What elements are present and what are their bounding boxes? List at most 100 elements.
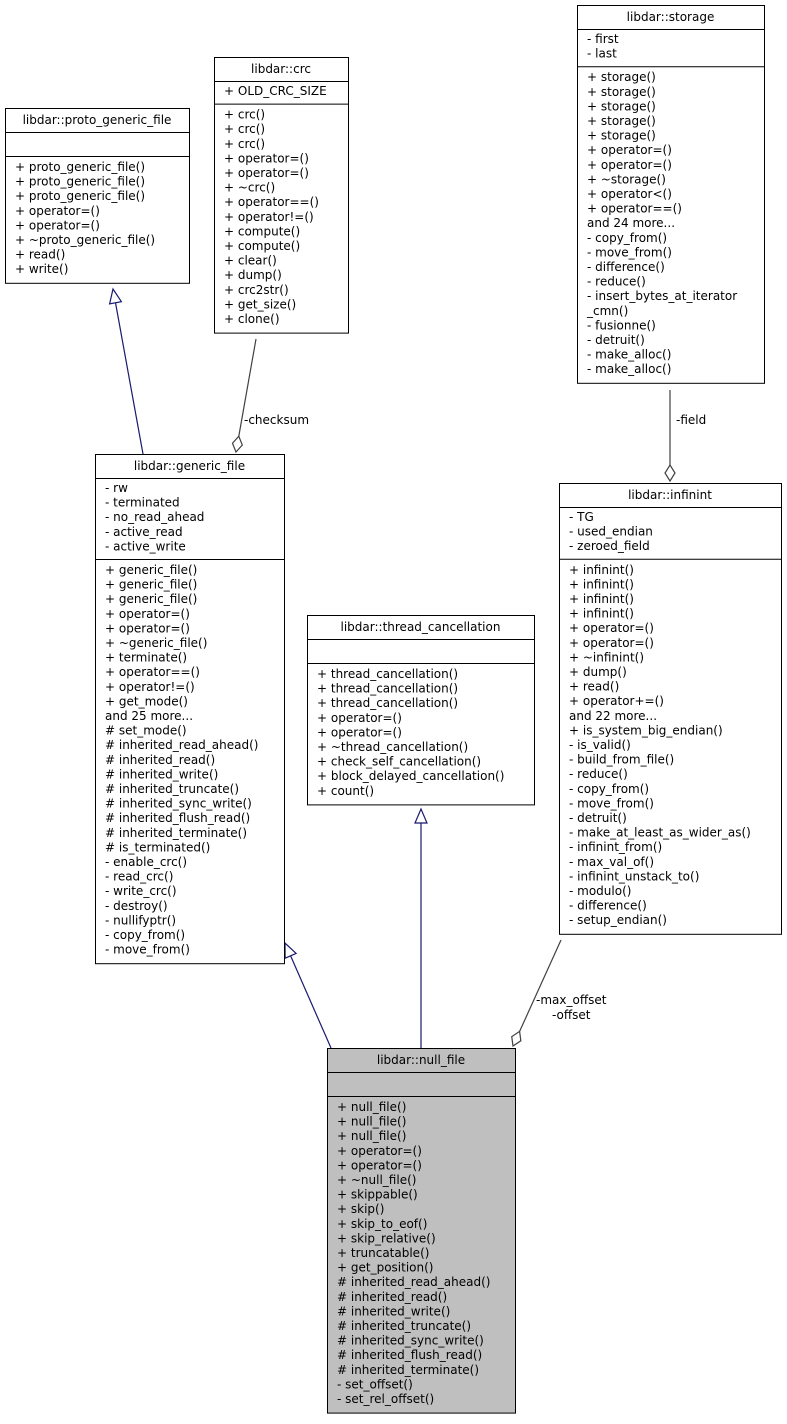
method-item: + crc() xyxy=(224,108,265,122)
method-item: and 25 more... xyxy=(105,709,193,723)
attribute-item: - last xyxy=(587,47,617,61)
method-item: - destroy() xyxy=(105,899,168,913)
method-item: # inherited_read_ahead() xyxy=(105,738,258,752)
method-item: + read() xyxy=(569,680,619,694)
method-item: - enable_crc() xyxy=(105,855,187,869)
method-item: + storage() xyxy=(587,99,656,113)
method-item: + thread_cancellation() xyxy=(317,696,458,710)
edge-label: -offset xyxy=(552,1008,591,1022)
attributes-compartment: + OLD_CRC_SIZE xyxy=(224,84,327,98)
method-item: # inherited_read_ahead() xyxy=(337,1275,490,1289)
method-item: - infinint_from() xyxy=(569,840,662,854)
method-item: # inherited_sync_write() xyxy=(105,797,252,811)
method-item: + operator!=() xyxy=(224,210,314,224)
method-item: + operator==() xyxy=(224,195,319,209)
method-item: + operator=() xyxy=(587,143,672,157)
attribute-item: - used_endian xyxy=(569,525,653,539)
method-item: # set_mode() xyxy=(105,724,187,738)
class-title[interactable]: libdar::proto_generic_file xyxy=(23,113,172,127)
class-box-generic-file[interactable]: libdar::generic_file- rw- terminated- no… xyxy=(95,454,285,965)
method-item: + storage() xyxy=(587,129,656,143)
class-box-thread-cancellation[interactable]: libdar::thread_cancellation+ thread_canc… xyxy=(307,615,535,806)
method-item: + skip() xyxy=(337,1202,384,1216)
method-item: + operator=() xyxy=(317,711,402,725)
method-item: - build_from_file() xyxy=(569,753,674,767)
attribute-item: - no_read_ahead xyxy=(105,510,204,524)
method-item: - write_crc() xyxy=(105,884,177,898)
method-item: + skippable() xyxy=(337,1188,418,1202)
method-item: + operator=() xyxy=(337,1144,422,1158)
method-item: - copy_from() xyxy=(569,782,649,796)
method-item: - is_valid() xyxy=(569,738,631,752)
method-item: + skip_to_eof() xyxy=(337,1217,427,1231)
method-item: + storage() xyxy=(587,114,656,128)
method-item: + operator=() xyxy=(317,725,402,739)
class-title[interactable]: libdar::thread_cancellation xyxy=(341,620,501,634)
method-item: + is_system_big_endian() xyxy=(569,723,723,737)
method-item: # inherited_terminate() xyxy=(105,826,247,840)
method-item: + operator<() xyxy=(587,187,672,201)
aggregation-diamond-icon xyxy=(231,435,244,454)
method-item: + storage() xyxy=(587,70,656,84)
method-item: + crc() xyxy=(224,137,265,151)
method-item: + ~infinint() xyxy=(569,650,644,664)
class-box-infinint[interactable]: libdar::infinint- TG- used_endian- zeroe… xyxy=(559,483,782,935)
method-item: + operator==() xyxy=(587,202,682,216)
inheritance-arrowhead-icon xyxy=(108,287,123,305)
method-item: - difference() xyxy=(587,260,665,274)
edge-label: -field xyxy=(676,413,706,427)
method-item: - move_from() xyxy=(569,796,654,810)
method-item: + block_delayed_cancellation() xyxy=(317,769,504,783)
method-item: - nullifyptr() xyxy=(105,913,176,927)
method-item: - reduce() xyxy=(569,767,628,781)
aggregation-diamond-icon xyxy=(664,463,676,483)
attribute-item: - terminated xyxy=(105,496,180,510)
method-item: - modulo() xyxy=(569,884,631,898)
class-title[interactable]: libdar::null_file xyxy=(377,1053,465,1067)
class-title[interactable]: libdar::storage xyxy=(627,10,715,24)
method-item: + ~crc() xyxy=(224,181,275,195)
method-item: # inherited_truncate() xyxy=(337,1319,471,1333)
method-item: - infinint_unstack_to() xyxy=(569,869,699,883)
method-item: - make_alloc() xyxy=(587,362,671,376)
method-item: + infinint() xyxy=(569,563,634,577)
inheritance-edge-null-file-to-generic-file xyxy=(284,941,332,1049)
method-item: + operator+=() xyxy=(569,694,664,708)
class-title[interactable]: libdar::infinint xyxy=(628,488,712,502)
method-item: - setup_endian() xyxy=(569,913,667,927)
class-title[interactable]: libdar::crc xyxy=(251,62,311,76)
method-item: + storage() xyxy=(587,85,656,99)
class-box-null-file[interactable]: libdar::null_file+ null_file()+ null_fil… xyxy=(327,1048,516,1414)
method-item: + skip_relative() xyxy=(337,1231,436,1245)
method-item: - max_val_of() xyxy=(569,855,654,869)
method-item: + crc2str() xyxy=(224,283,289,297)
edge-line xyxy=(290,955,332,1049)
method-item: + generic_file() xyxy=(105,563,197,577)
method-item: + write() xyxy=(15,262,68,276)
method-item: + proto_generic_file() xyxy=(15,160,145,174)
method-item: # inherited_write() xyxy=(105,767,218,781)
class-box-crc[interactable]: libdar::crc+ OLD_CRC_SIZE+ crc()+ crc()+… xyxy=(214,57,349,334)
boxes-layer: libdar::proto_generic_file+ proto_generi… xyxy=(5,5,782,1414)
method-item: # inherited_read() xyxy=(105,753,215,767)
method-item: + crc() xyxy=(224,122,265,136)
method-item: + clear() xyxy=(224,254,277,268)
method-item: + operator=() xyxy=(587,158,672,172)
method-item: + generic_file() xyxy=(105,592,197,606)
inheritance-arrowhead-icon xyxy=(284,941,298,960)
class-box-storage[interactable]: libdar::storage- first- last+ storage()+… xyxy=(577,5,765,384)
method-item: - move_from() xyxy=(587,245,672,259)
method-item: - insert_bytes_at_iterator xyxy=(587,289,737,303)
method-item: + clone() xyxy=(224,312,280,326)
method-item: + terminate() xyxy=(105,651,187,665)
edge-line xyxy=(114,302,144,455)
method-item: + operator==() xyxy=(105,665,200,679)
class-box-proto-generic-file[interactable]: libdar::proto_generic_file+ proto_generi… xyxy=(5,108,190,284)
method-item: + get_mode() xyxy=(105,694,188,708)
attribute-item: - TG xyxy=(569,510,594,524)
method-item: and 24 more... xyxy=(587,216,675,230)
class-title[interactable]: libdar::generic_file xyxy=(134,459,245,473)
attribute-item: - active_write xyxy=(105,539,186,553)
method-item: + compute() xyxy=(224,224,300,238)
method-item: + operator=() xyxy=(224,166,309,180)
